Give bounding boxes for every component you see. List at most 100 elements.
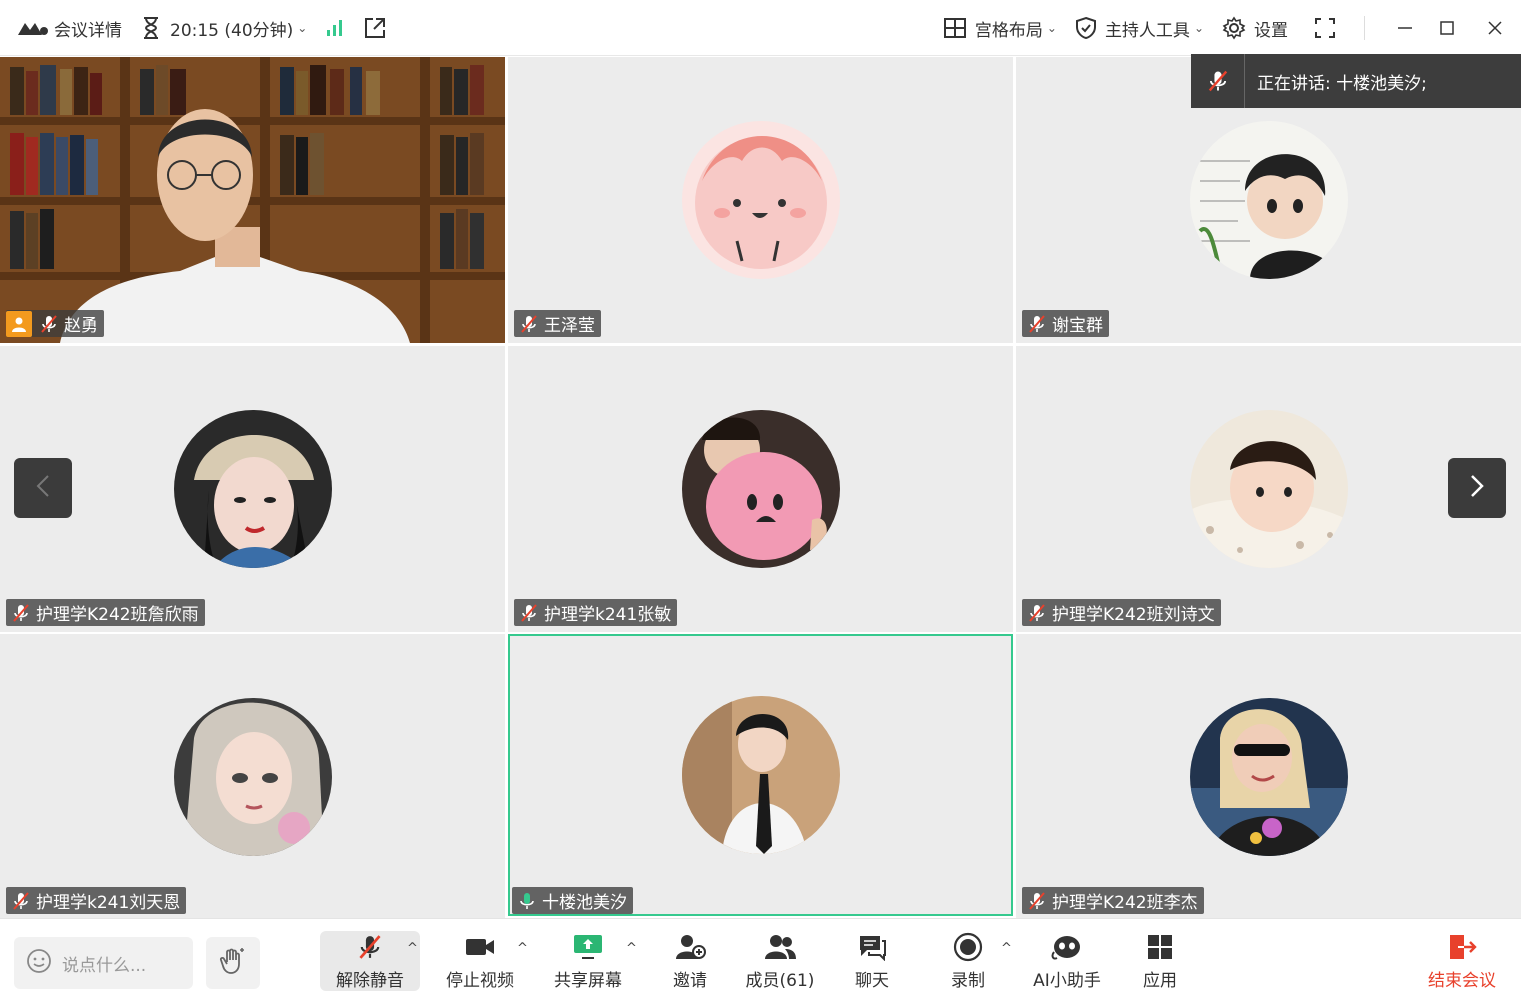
active-speaker-banner: 正在讲话: 十楼池美汐;	[1191, 54, 1521, 108]
mic-muted-icon	[1026, 313, 1048, 335]
chevron-up-icon[interactable]: ^	[517, 941, 528, 956]
emoji-icon	[26, 948, 52, 979]
camera-feed	[0, 57, 505, 343]
mic-active-icon	[516, 890, 538, 912]
popout-button[interactable]	[363, 0, 387, 56]
add-user-icon	[674, 931, 706, 962]
signal-bars-icon	[325, 18, 345, 38]
end-meeting-button[interactable]: 结束会议	[1412, 931, 1512, 991]
ai-assistant-label: AI小助手	[1033, 971, 1101, 991]
minimize-icon	[1397, 20, 1413, 36]
avatar	[1189, 698, 1348, 856]
ai-assistant-button[interactable]: AI小助手	[1017, 931, 1117, 991]
meeting-toolbar: 说点什么... 解除静音 ^ 停止视频 ^ 共享屏幕 ^ 邀请 成员(61) 聊…	[0, 918, 1521, 991]
video-tile[interactable]: 王泽莹	[508, 57, 1013, 343]
chevron-up-icon[interactable]: ^	[626, 941, 637, 956]
chevron-right-icon	[1469, 473, 1485, 503]
maximize-button[interactable]	[1425, 0, 1469, 56]
host-tools-button[interactable]: 主持人工具 ⌄	[1075, 0, 1204, 56]
mic-muted-icon	[1191, 54, 1245, 108]
unmute-label: 解除静音	[336, 971, 404, 991]
prev-page-button[interactable]	[14, 458, 72, 518]
avatar	[681, 121, 840, 279]
meeting-details-label: 会议详情	[54, 20, 122, 41]
mic-muted-icon	[10, 890, 32, 912]
network-signal[interactable]	[325, 0, 345, 56]
stop-video-label: 停止视频	[446, 971, 514, 991]
apps-label: 应用	[1143, 971, 1177, 991]
participant-name-tag: 护理学K242班詹欣雨	[6, 599, 205, 626]
raise-hand-button[interactable]	[206, 937, 260, 989]
chat-button[interactable]: 聊天	[822, 931, 922, 991]
avatar	[1189, 410, 1348, 568]
participant-name-tag: 护理学K242班刘诗文	[1022, 599, 1221, 626]
mic-muted-icon	[1026, 890, 1048, 912]
invite-label: 邀请	[673, 971, 707, 991]
participant-name-tag: 护理学K242班李杰	[1022, 887, 1204, 914]
avatar	[1189, 121, 1348, 279]
chat-placeholder: 说点什么...	[62, 955, 147, 976]
quick-chat-input[interactable]: 说点什么...	[14, 937, 193, 989]
tencent-meeting-logo-icon	[16, 19, 48, 37]
grid-layout-icon	[943, 17, 967, 39]
members-icon	[763, 931, 797, 962]
host-badge-icon	[6, 310, 32, 337]
meeting-timer[interactable]: 20:15 (40分钟) ⌄	[140, 0, 307, 56]
participant-name-tag: 王泽莹	[514, 310, 601, 337]
settings-button[interactable]: 设置	[1222, 0, 1288, 56]
video-tile[interactable]: 护理学k241刘天恩	[0, 634, 505, 920]
share-screen-icon	[572, 931, 604, 962]
mic-muted-icon	[355, 931, 385, 962]
minimize-button[interactable]	[1385, 0, 1425, 56]
share-screen-label: 共享屏幕	[554, 971, 622, 991]
divider	[1364, 16, 1365, 40]
fullscreen-icon	[1314, 17, 1336, 39]
grid-layout-button[interactable]: 宫格布局 ⌄	[943, 0, 1057, 56]
apps-grid-icon	[1146, 931, 1174, 962]
exit-icon	[1446, 931, 1478, 962]
top-bar: 会议详情 20:15 (40分钟) ⌄ 宫格布局 ⌄ 主持人工具 ⌄ 设置	[0, 0, 1521, 56]
meeting-details-button[interactable]: 会议详情	[16, 0, 122, 56]
participant-name-tag: 护理学k241张敏	[514, 599, 678, 626]
settings-label: 设置	[1254, 20, 1288, 41]
mic-muted-icon	[38, 313, 60, 335]
video-tile[interactable]: 护理学K242班刘诗文	[1016, 346, 1521, 632]
video-tile-host[interactable]: 赵勇	[0, 57, 505, 343]
gear-icon	[1222, 16, 1246, 40]
chevron-up-icon[interactable]: ^	[407, 941, 418, 956]
record-button[interactable]: 录制	[918, 931, 1018, 991]
grid-layout-label: 宫格布局	[974, 20, 1043, 41]
video-grid: 赵勇 王泽莹 谢宝群 正在讲话: 十楼池美汐; 护理学K242班詹欣雨 护理学k…	[0, 54, 1521, 920]
close-icon	[1487, 20, 1503, 36]
active-speaker-text: 正在讲话: 十楼池美汐;	[1257, 73, 1427, 94]
end-meeting-label: 结束会议	[1428, 971, 1496, 991]
raise-hand-icon	[219, 946, 247, 980]
video-tile[interactable]: 护理学K242班李杰	[1016, 634, 1521, 920]
avatar	[681, 410, 840, 568]
maximize-icon	[1439, 20, 1455, 36]
participant-name: 王泽莹	[544, 316, 595, 336]
record-icon	[953, 931, 983, 962]
next-page-button[interactable]	[1448, 458, 1506, 518]
close-button[interactable]	[1469, 0, 1521, 56]
video-tile[interactable]: 护理学K242班詹欣雨	[0, 346, 505, 632]
mic-muted-icon	[518, 313, 540, 335]
fullscreen-button[interactable]	[1314, 0, 1336, 56]
invite-button[interactable]: 邀请	[640, 931, 740, 991]
participant-name-tag: 谢宝群	[1022, 310, 1109, 337]
video-tile-active-speaker[interactable]: 十楼池美汐	[508, 634, 1013, 916]
mic-muted-icon	[1026, 602, 1048, 624]
participant-name: 护理学k241张敏	[544, 605, 672, 625]
members-button[interactable]: 成员(61)	[730, 931, 830, 991]
participant-name-tag: 十楼池美汐	[512, 887, 633, 914]
apps-button[interactable]: 应用	[1110, 931, 1210, 991]
chevron-down-icon: ⌄	[297, 21, 308, 35]
video-camera-icon	[464, 931, 496, 962]
participant-name: 护理学K242班李杰	[1052, 893, 1198, 913]
chevron-up-icon[interactable]: ^	[1001, 941, 1012, 956]
stop-video-button[interactable]: 停止视频	[430, 931, 530, 991]
video-tile[interactable]: 护理学k241张敏	[508, 346, 1013, 632]
host-tools-label: 主持人工具	[1104, 20, 1190, 41]
share-screen-button[interactable]: 共享屏幕	[538, 931, 638, 991]
unmute-button[interactable]: 解除静音	[320, 931, 420, 991]
